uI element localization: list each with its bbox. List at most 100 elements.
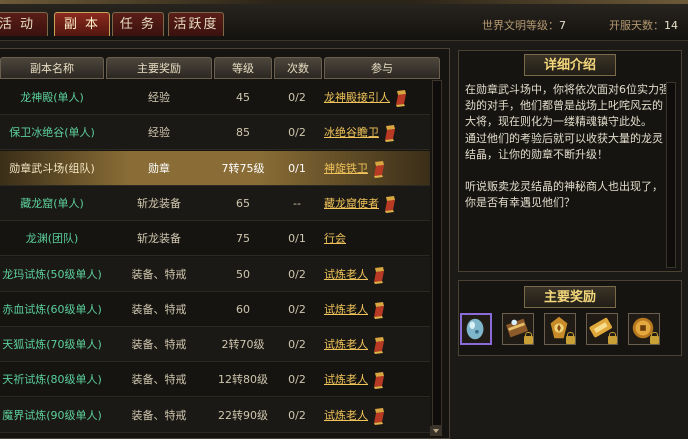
dungeon-name: 龙玛试炼(50级单人) [2, 267, 102, 281]
col-reward: 主要奖励 [106, 57, 212, 79]
world-level: 世界文明等级：7 [482, 17, 566, 33]
dungeon-name: 勋章武斗场(组队) [9, 161, 95, 175]
reward-slot[interactable] [460, 313, 492, 345]
scroll-icon[interactable] [372, 336, 386, 355]
table-row[interactable]: 天狐试炼(70级单人) 装备、特戒 2转70级 0/2 试炼老人 [0, 327, 430, 363]
dungeon-count: -- [293, 196, 301, 210]
table-row[interactable]: 勋章武斗场(组队) 勋章 7转75级 0/1 神旋铁卫 [0, 150, 430, 186]
scroll-icon[interactable] [372, 371, 386, 390]
detail-title: 详细介绍 [524, 54, 616, 76]
detail-text: 在勋章武斗场中，你将依次面对6位实力强劲的对手，他们都曾是战场上叱咤风云的大将，… [465, 82, 671, 211]
join-cell: 试炼老人 [324, 327, 420, 362]
dungeon-name: 魔界试炼(90级单人) [2, 408, 102, 422]
rewards-title: 主要奖励 [524, 286, 616, 308]
detail-gap [465, 163, 671, 179]
reward-slot[interactable] [502, 313, 534, 345]
detail-para-3: 听说贩卖龙灵结晶的神秘商人也出现了，你是否有幸遇见他们？ [465, 180, 663, 210]
dungeon-count: 0/2 [288, 126, 306, 140]
col-join: 参与 [324, 57, 440, 79]
join-npc-link[interactable]: 龙神殿接引人 [324, 91, 390, 104]
join-npc-link[interactable]: 试炼老人 [324, 338, 368, 351]
scroll-icon[interactable] [383, 195, 397, 213]
dungeon-reward: 装备、特戒 [131, 338, 187, 352]
dungeon-level: 65 [236, 196, 250, 210]
tab-quest[interactable]: 任 务 [112, 12, 164, 36]
dungeon-name: 龙渊(团队) [25, 232, 79, 246]
dungeon-name: 天祈试炼(80级单人) [2, 373, 102, 387]
join-cell: 龙神殿接引人 [324, 80, 420, 115]
join-npc-link[interactable]: 神旋铁卫 [324, 162, 368, 175]
join-cell: 神旋铁卫 [324, 151, 420, 186]
scroll-icon[interactable] [383, 124, 397, 143]
lock-icon [608, 332, 617, 344]
detail-scrollbar[interactable] [666, 82, 676, 268]
world-level-label: 世界文明等级： [482, 19, 559, 32]
dungeon-count: 0/2 [288, 91, 306, 104]
dungeon-level: 7转75级 [221, 161, 265, 175]
server-days-label: 开服天数： [609, 19, 664, 32]
dungeon-name: 龙神殿(单人) [20, 91, 84, 104]
dungeon-level: 60 [236, 302, 250, 316]
dungeon-reward: 经验 [148, 91, 170, 104]
dungeon-level: 22转90级 [218, 408, 268, 422]
tab-dungeon[interactable]: 副 本 [54, 12, 110, 36]
dungeon-reward: 装备、特戒 [131, 373, 187, 387]
join-npc-link[interactable]: 冰绝谷瞻卫 [324, 126, 379, 139]
dungeon-reward: 装备、特戒 [131, 267, 187, 281]
table-row[interactable]: 藏龙窟(单人) 斩龙装备 65 -- 藏龙窟使者 [0, 185, 430, 221]
table-scrollbar[interactable] [432, 80, 442, 426]
server-days-value: 14 [664, 19, 678, 32]
join-npc-link[interactable]: 试炼老人 [324, 373, 368, 386]
join-cell: 试炼老人 [324, 362, 420, 397]
join-cell: 藏龙窟使者 [324, 186, 420, 221]
dungeon-count: 0/1 [288, 232, 306, 246]
dungeon-name: 天狐试炼(70级单人) [2, 338, 102, 352]
join-npc-link[interactable]: 试炼老人 [324, 268, 368, 281]
table-row[interactable]: 赤血试炼(60级单人) 装备、特戒 60 0/2 试炼老人 [0, 292, 430, 327]
table-row[interactable]: 保卫冰绝谷(单人) 经验 85 0/2 冰绝谷瞻卫 [0, 115, 430, 151]
scroll-icon[interactable] [372, 407, 386, 425]
scroll-icon[interactable] [372, 160, 386, 178]
join-npc-link[interactable]: 行会 [324, 232, 346, 245]
scroll-icon[interactable] [372, 301, 386, 319]
dungeon-count: 0/2 [288, 373, 306, 387]
dungeon-reward: 经验 [148, 126, 170, 140]
col-level: 等级 [214, 57, 272, 79]
join-cell: 行会 [324, 221, 420, 256]
table-row[interactable]: 天祈试炼(80级单人) 装备、特戒 12转80级 0/2 试炼老人 [0, 362, 430, 398]
table-row[interactable]: 龙神殿(单人) 经验 45 0/2 龙神殿接引人 [0, 80, 430, 115]
dungeon-count: 0/1 [288, 161, 306, 175]
world-level-value: 7 [559, 19, 566, 32]
dungeon-reward: 勋章 [148, 161, 170, 175]
top-border [0, 0, 688, 4]
dungeon-level: 50 [236, 267, 250, 281]
scroll-icon[interactable] [394, 89, 408, 107]
tab-activeness[interactable]: 活跃度 [168, 12, 224, 36]
detail-para-1: 在勋章武斗场中，你将依次面对6位实力强劲的对手，他们都曾是战场上叱咤风云的大将，… [465, 83, 670, 129]
dungeon-reward: 装备、特戒 [131, 408, 187, 422]
join-cell: 试炼老人 [324, 257, 420, 292]
join-npc-link[interactable]: 试炼老人 [324, 303, 368, 316]
reward-slot[interactable] [586, 313, 618, 345]
dungeon-reward: 斩龙装备 [137, 196, 181, 210]
table-scroll-down-button[interactable] [430, 426, 442, 436]
dungeon-level: 12转80级 [218, 373, 268, 387]
detail-para-2: 通过他们的考验后就可以收获大量的龙灵结晶，让你的勋章不断升级！ [465, 131, 663, 161]
tab-activity[interactable]: 活 动 [0, 12, 48, 36]
reward-slot[interactable] [544, 313, 576, 345]
dungeon-level: 75 [236, 232, 250, 246]
table-row[interactable]: 龙渊(团队) 斩龙装备 75 0/1 行会 [0, 221, 430, 257]
dungeon-count: 0/2 [288, 267, 306, 281]
scroll-icon[interactable] [372, 266, 386, 284]
dungeon-level: 45 [236, 91, 250, 104]
dungeon-level: 85 [236, 126, 250, 140]
join-cell: 试炼老人 [324, 398, 420, 433]
join-cell: 试炼老人 [324, 292, 420, 327]
dungeon-count: 0/2 [288, 302, 306, 316]
table-row[interactable]: 龙玛试炼(50级单人) 装备、特戒 50 0/2 试炼老人 [0, 256, 430, 292]
join-npc-link[interactable]: 藏龙窟使者 [324, 197, 379, 210]
col-name: 副本名称 [0, 57, 104, 79]
join-npc-link[interactable]: 试炼老人 [324, 409, 368, 422]
reward-slot[interactable] [628, 313, 660, 345]
table-row[interactable]: 魔界试炼(90级单人) 装备、特戒 22转90级 0/2 试炼老人 [0, 397, 430, 433]
